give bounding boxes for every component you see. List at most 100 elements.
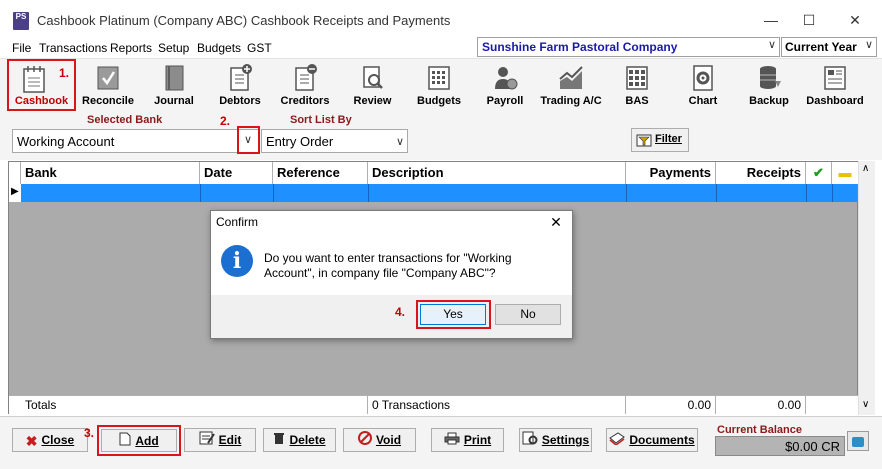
documents-button[interactable]: Documents [606, 428, 698, 452]
bank-select-value: Working Account [17, 134, 115, 149]
close-button-label: Close [41, 433, 75, 447]
delete-button-label: Delete [289, 433, 326, 447]
edit-button[interactable]: Edit [184, 428, 256, 452]
toolbar-label: Creditors [280, 95, 330, 107]
ledger-minus-icon [295, 64, 317, 91]
chevron-down-icon: ∨ [395, 136, 404, 148]
sort-select[interactable]: Entry Order ∨ [261, 129, 408, 153]
toolbar-reconcile-button[interactable]: Reconcile [78, 60, 138, 110]
menu-budgets[interactable]: Budgets [197, 41, 241, 55]
step-2-marker: 2. [220, 114, 231, 128]
filter-button[interactable]: Filter [631, 128, 689, 152]
ledger-plus-icon [230, 64, 252, 91]
column-header-bank[interactable]: Bank [21, 162, 200, 184]
column-header-date[interactable]: Date [200, 162, 273, 184]
window-title: Cashbook Platinum (Company ABC) Cashbook… [37, 13, 451, 28]
dialog-close-button[interactable]: ✕ [544, 212, 568, 232]
menu-transactions[interactable]: Transactions [39, 41, 107, 55]
toolbar-label: BAS [625, 95, 649, 107]
toolbar-budgets-button[interactable]: Budgets [411, 60, 467, 110]
delete-button[interactable]: Delete [263, 428, 336, 452]
toolbar-bas-button[interactable]: BAS [614, 60, 660, 110]
minimize-button[interactable]: — [756, 8, 786, 32]
new-document-icon [119, 431, 131, 453]
table-row[interactable] [21, 184, 857, 202]
chevron-down-icon: ∨ [244, 134, 253, 146]
toolbar-label: Review [353, 95, 392, 107]
toolbar-label: Reconcile [82, 95, 134, 107]
line-chart-icon [559, 66, 583, 89]
year-select-value: Current Year [785, 40, 857, 54]
printer-icon [444, 430, 460, 452]
toolbar-backup-button[interactable]: Backup [743, 60, 795, 110]
notepad-icon [23, 66, 45, 93]
folder-icon[interactable]: ▬ [832, 162, 858, 184]
menu-gst[interactable]: GST [247, 41, 272, 55]
toolbar-trading-button[interactable]: Trading A/C [536, 60, 606, 110]
dialog-message: Do you want to enter transactions for "W… [264, 251, 512, 280]
print-button[interactable]: Print [431, 428, 504, 452]
balance-info-button[interactable] [847, 431, 869, 451]
add-button[interactable]: Add [101, 429, 177, 452]
documents-button-label: Documents [629, 433, 695, 447]
grid-divider [200, 184, 201, 202]
toolbar-review-button[interactable]: Review [345, 60, 400, 110]
toolbar-label: Backup [749, 95, 789, 107]
menu-file[interactable]: File [12, 41, 31, 55]
toolbar-journal-button[interactable]: Journal [145, 60, 203, 110]
close-window-button[interactable]: ✕ [840, 8, 870, 32]
column-header-reference[interactable]: Reference [273, 162, 368, 184]
checkbox-icon [97, 66, 119, 90]
void-button-label: Void [375, 433, 402, 447]
edit-button-label: Edit [218, 433, 242, 447]
reconciled-tick-icon[interactable]: ✔ [806, 162, 832, 184]
column-header-receipts[interactable]: Receipts [716, 162, 806, 184]
magnifier-icon [362, 66, 383, 89]
void-button[interactable]: Void [343, 428, 416, 452]
toolbar-chart-button[interactable]: Chart [678, 60, 728, 110]
toolbar-label: Dashboard [806, 95, 864, 107]
totals-payments: 0.00 [626, 396, 716, 414]
chevron-down-icon: ∨ [767, 39, 776, 51]
vertical-scrollbar[interactable]: ∧ ∨ [858, 161, 875, 415]
toolbar-creditors-button[interactable]: Creditors [275, 60, 335, 110]
column-header-description[interactable]: Description [368, 162, 626, 184]
grid-header-corner [9, 162, 21, 184]
bank-select[interactable]: Working Account [12, 129, 259, 153]
sort-list-label: Sort List By [290, 114, 352, 126]
totals-label: Totals [21, 396, 368, 414]
close-button[interactable]: ✖ Close [12, 428, 88, 452]
toolbar-payroll-button[interactable]: Payroll [480, 60, 530, 110]
company-select-value: Sunshine Farm Pastoral Company [482, 40, 678, 54]
dialog-title: Confirm [216, 215, 259, 229]
toolbar-debtors-button[interactable]: Debtors [211, 60, 269, 110]
bank-dropdown-button[interactable]: ∨ [237, 126, 260, 154]
edit-sheet-icon [199, 430, 215, 452]
company-select[interactable]: Sunshine Farm Pastoral Company ∨ [477, 37, 780, 57]
chevron-down-icon[interactable]: ∨ [862, 399, 869, 410]
toolbar-label: Journal [154, 95, 194, 107]
settings-button[interactable]: Settings [519, 428, 592, 452]
step-4-marker: 4. [395, 305, 406, 319]
filter-button-label: Filter [655, 133, 682, 145]
year-select[interactable]: Current Year ∨ [781, 37, 877, 57]
chevron-up-icon[interactable]: ∧ [862, 163, 869, 174]
grid-divider [716, 184, 717, 202]
book-icon [165, 65, 184, 91]
gear-sheet-icon [693, 65, 713, 91]
column-header-payments[interactable]: Payments [626, 162, 716, 184]
documents-icon [609, 430, 626, 452]
grid-divider [368, 184, 369, 202]
toolbar-dashboard-button[interactable]: Dashboard [802, 60, 868, 110]
maximize-button[interactable]: ☐ [794, 8, 824, 32]
step-3-marker: 3. [84, 426, 95, 440]
grid-divider [806, 184, 807, 202]
no-button[interactable]: No [495, 304, 561, 325]
menu-setup[interactable]: Setup [158, 41, 189, 55]
yes-button[interactable]: Yes [420, 304, 486, 325]
row-indicator: ▶ [9, 184, 21, 202]
filter-icon [636, 134, 652, 147]
menu-reports[interactable]: Reports [110, 41, 152, 55]
selected-bank-label: Selected Bank [87, 114, 163, 126]
settings-button-label: Settings [541, 433, 590, 447]
